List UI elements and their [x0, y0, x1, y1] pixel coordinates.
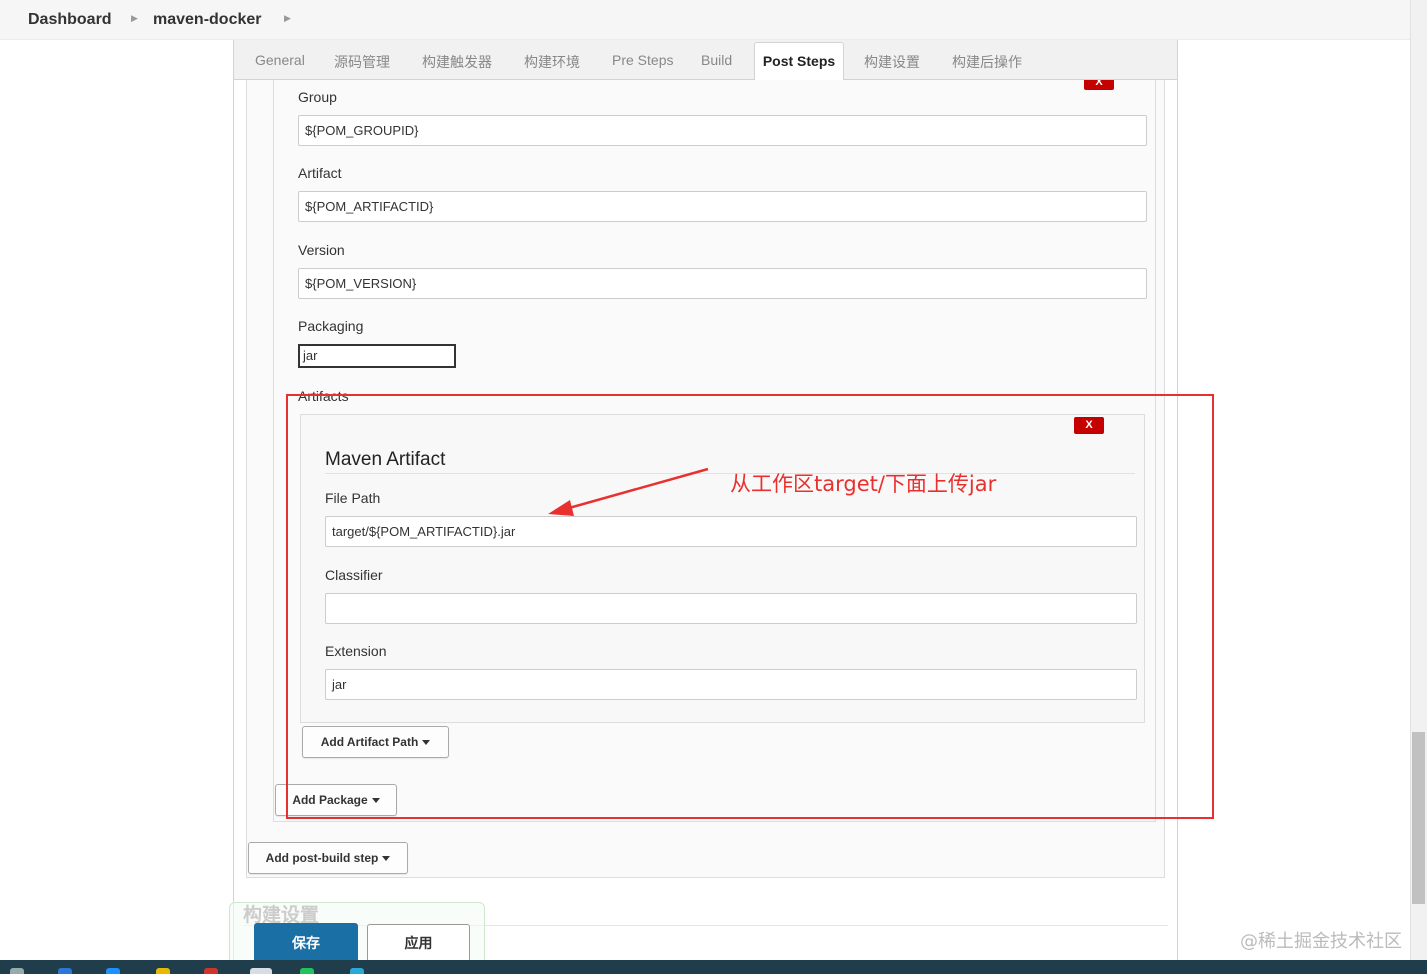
- maven-artifact-box: X Maven Artifact File Path target/${POM_…: [300, 414, 1145, 723]
- caret-down-icon: [422, 740, 431, 746]
- taskbar-app-icon[interactable]: [300, 968, 314, 974]
- tab-scm[interactable]: 源码管理: [334, 52, 390, 72]
- tab-post-build[interactable]: 构建后操作: [952, 52, 1022, 72]
- version-label: Version: [298, 242, 345, 258]
- annotation-text: 从工作区target/下面上传jar: [730, 472, 997, 496]
- apply-button[interactable]: 应用: [367, 924, 470, 963]
- packaging-label: Packaging: [298, 318, 364, 334]
- group-input[interactable]: ${POM_GROUPID}: [298, 115, 1147, 146]
- artifacts-label: Artifacts: [298, 388, 349, 404]
- breadcrumb-dashboard[interactable]: Dashboard: [28, 11, 112, 29]
- caret-down-icon: [371, 798, 380, 804]
- artifact-input[interactable]: ${POM_ARTIFACTID}: [298, 191, 1147, 222]
- taskbar-app-icon[interactable]: [106, 968, 120, 974]
- delete-package-button[interactable]: X: [1084, 80, 1114, 90]
- save-button[interactable]: 保存: [254, 923, 358, 963]
- tab-triggers[interactable]: 构建触发器: [422, 52, 492, 72]
- chevron-right-icon: ▶: [284, 13, 291, 23]
- taskbar-folder-icon[interactable]: [250, 968, 272, 974]
- scrollbar-thumb[interactable]: [1412, 732, 1425, 904]
- packaging-input[interactable]: jar: [298, 344, 456, 368]
- annotation-arrow-icon: [548, 467, 709, 516]
- taskbar-app-icon[interactable]: [10, 968, 24, 974]
- classifier-input[interactable]: [325, 593, 1137, 624]
- caret-down-icon: [382, 856, 391, 862]
- group-label: Group: [298, 89, 337, 105]
- add-post-build-step-button[interactable]: Add post-build step: [248, 842, 408, 874]
- taskbar-app-icon[interactable]: [156, 968, 170, 974]
- file-path-label: File Path: [325, 490, 381, 506]
- maven-artifact-title: Maven Artifact: [325, 449, 446, 470]
- tab-build-settings[interactable]: 构建设置: [864, 52, 920, 72]
- classifier-label: Classifier: [325, 567, 383, 583]
- taskbar-app-icon[interactable]: [204, 968, 218, 974]
- add-artifact-path-button[interactable]: Add Artifact Path: [302, 726, 449, 758]
- taskbar-app-icon[interactable]: [58, 968, 72, 974]
- tab-build[interactable]: Build: [701, 52, 732, 68]
- breadcrumb-bar: Dashboard ▶ maven-docker ▶: [0, 0, 1410, 40]
- artifact-label: Artifact: [298, 165, 342, 181]
- delete-artifact-button[interactable]: X: [1074, 417, 1104, 434]
- extension-label: Extension: [325, 643, 387, 659]
- tab-general[interactable]: General: [255, 52, 305, 68]
- watermark: @稀土掘金技术社区: [1240, 931, 1402, 952]
- extension-input[interactable]: jar: [325, 669, 1137, 700]
- version-input[interactable]: ${POM_VERSION}: [298, 268, 1147, 299]
- taskbar-app-icon[interactable]: [350, 968, 364, 974]
- add-package-button[interactable]: Add Package: [275, 784, 397, 816]
- chevron-right-icon: ▶: [131, 13, 138, 23]
- tab-environment[interactable]: 构建环境: [524, 52, 580, 72]
- tab-bar: General 源码管理 构建触发器 构建环境 Pre Steps Build …: [234, 40, 1177, 81]
- breadcrumb-job[interactable]: maven-docker: [153, 11, 262, 29]
- file-path-input[interactable]: target/${POM_ARTIFACTID}.jar: [325, 516, 1137, 547]
- tab-pre-steps[interactable]: Pre Steps: [612, 52, 673, 68]
- tab-post-steps[interactable]: Post Steps: [754, 42, 844, 81]
